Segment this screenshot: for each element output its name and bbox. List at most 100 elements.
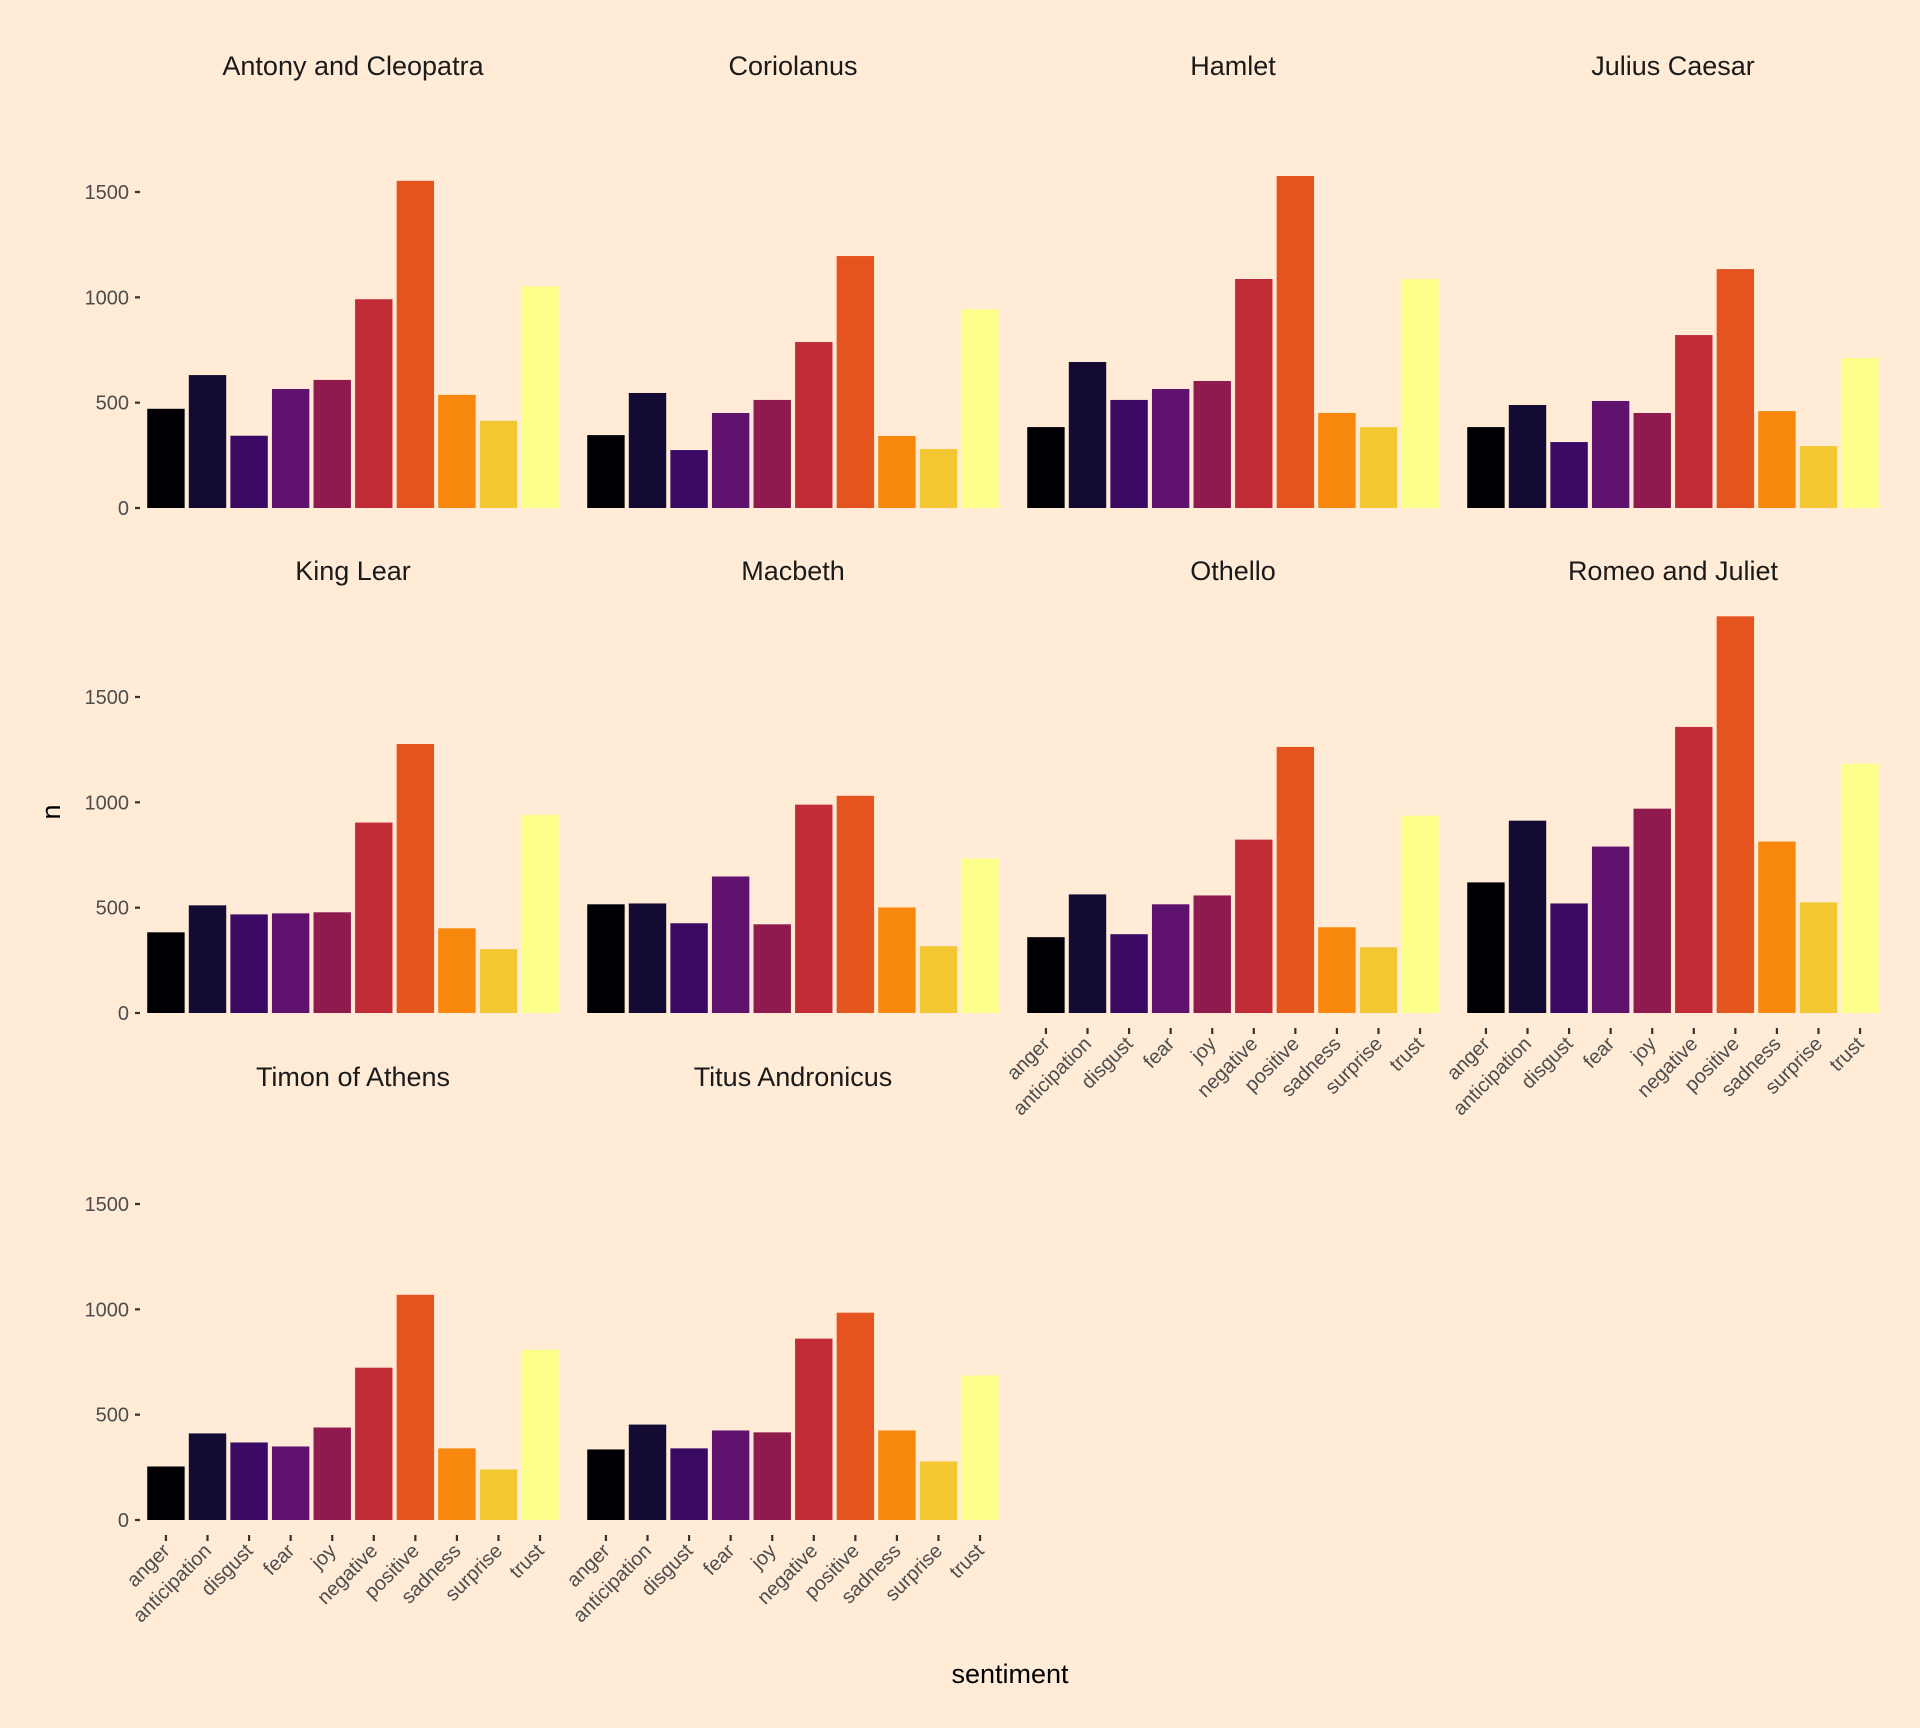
y-tick-label: 0 — [118, 498, 129, 520]
x-axis-title: sentiment — [951, 1659, 1069, 1689]
y-tick-label: 1500 — [85, 182, 130, 204]
bar-surprise — [479, 1469, 518, 1520]
bar-negative — [795, 1338, 833, 1520]
facet-title: Julius Caesar — [1591, 51, 1755, 81]
bar-fear — [711, 412, 750, 508]
bar-anger — [147, 932, 185, 1013]
facet-title: King Lear — [295, 556, 411, 586]
bar-sadness — [1758, 411, 1796, 508]
y-tick-label: 1000 — [85, 792, 130, 814]
bar-joy — [1193, 895, 1231, 1013]
bar-negative — [355, 822, 393, 1013]
bar-anger — [1027, 937, 1065, 1013]
bar-negative — [355, 1367, 393, 1520]
bar-sadness — [878, 435, 916, 508]
bar-trust — [1841, 763, 1879, 1013]
y-tick-label: 1500 — [85, 1194, 130, 1216]
bar-sadness — [878, 907, 916, 1013]
bar-trust — [1841, 358, 1879, 508]
bar-fear — [1591, 400, 1630, 508]
y-axis-title: n — [36, 804, 66, 819]
bar-sadness — [1318, 412, 1356, 508]
bar-anticipation — [1068, 894, 1107, 1013]
bar-fear — [271, 388, 310, 508]
bar-surprise — [919, 946, 958, 1013]
bar-joy — [1633, 412, 1671, 508]
bar-anticipation — [628, 392, 667, 508]
bar-fear — [271, 1446, 310, 1520]
facet-title: Coriolanus — [728, 51, 857, 81]
bar-positive — [836, 795, 875, 1013]
bar-joy — [313, 379, 351, 508]
bar-anticipation — [1508, 820, 1547, 1013]
bar-anticipation — [1508, 404, 1547, 508]
bar-surprise — [919, 449, 958, 508]
facet-title: Hamlet — [1190, 51, 1276, 81]
bar-joy — [753, 399, 791, 508]
bar-disgust — [670, 1448, 708, 1520]
facet-title: Titus Andronicus — [694, 1062, 893, 1092]
y-tick-label: 500 — [96, 898, 129, 920]
bar-anger — [147, 1466, 185, 1520]
facet-title: Antony and Cleopatra — [222, 51, 484, 81]
bar-trust — [961, 1375, 999, 1520]
bar-anger — [1027, 427, 1065, 508]
y-tick-label: 500 — [96, 393, 129, 415]
bar-surprise — [1359, 427, 1398, 508]
bar-disgust — [1110, 399, 1148, 508]
bar-positive — [396, 180, 435, 509]
bar-joy — [1193, 380, 1231, 508]
bar-trust — [521, 814, 559, 1013]
bar-anger — [587, 1449, 625, 1520]
y-tick-label: 1000 — [85, 287, 130, 309]
bar-sadness — [1758, 841, 1796, 1013]
bar-trust — [961, 858, 999, 1013]
bar-anticipation — [1068, 362, 1107, 508]
bar-joy — [753, 1432, 791, 1520]
bar-fear — [711, 876, 750, 1013]
bar-anticipation — [628, 1424, 667, 1520]
bar-sadness — [438, 928, 476, 1013]
bar-anger — [587, 904, 625, 1013]
bar-fear — [1151, 388, 1190, 508]
bar-positive — [396, 1294, 435, 1520]
bar-positive — [396, 743, 435, 1013]
bar-fear — [1151, 904, 1190, 1013]
bar-disgust — [1550, 903, 1588, 1013]
bar-positive — [836, 1312, 875, 1520]
bar-disgust — [230, 435, 268, 508]
facet-title: Othello — [1190, 556, 1276, 586]
y-tick-label: 1000 — [85, 1299, 130, 1321]
bar-anger — [1467, 882, 1505, 1013]
bar-sadness — [438, 394, 476, 508]
bar-negative — [1235, 839, 1273, 1013]
bar-disgust — [230, 914, 268, 1013]
bar-positive — [1716, 269, 1755, 508]
facet-title: Timon of Athens — [256, 1062, 450, 1092]
bar-surprise — [479, 420, 518, 508]
bar-negative — [1235, 279, 1273, 508]
bar-disgust — [670, 923, 708, 1013]
bar-surprise — [479, 949, 518, 1013]
bar-fear — [271, 913, 310, 1013]
bar-joy — [313, 1427, 351, 1520]
bar-disgust — [670, 450, 708, 508]
y-tick-label: 500 — [96, 1405, 129, 1427]
bar-anger — [147, 408, 185, 508]
bar-positive — [836, 256, 875, 508]
bar-negative — [1675, 335, 1713, 508]
bar-trust — [1401, 815, 1439, 1013]
bar-fear — [1591, 846, 1630, 1013]
bar-anger — [1467, 427, 1505, 508]
bar-surprise — [1799, 902, 1838, 1013]
y-tick-label: 0 — [118, 1003, 129, 1025]
bar-positive — [1716, 616, 1755, 1013]
bar-surprise — [1359, 947, 1398, 1013]
bar-trust — [961, 309, 999, 508]
bar-disgust — [230, 1442, 268, 1520]
bar-joy — [753, 924, 791, 1013]
bar-anticipation — [188, 375, 227, 508]
bar-trust — [521, 286, 559, 508]
bar-fear — [711, 1430, 750, 1520]
bar-sadness — [438, 1448, 476, 1520]
